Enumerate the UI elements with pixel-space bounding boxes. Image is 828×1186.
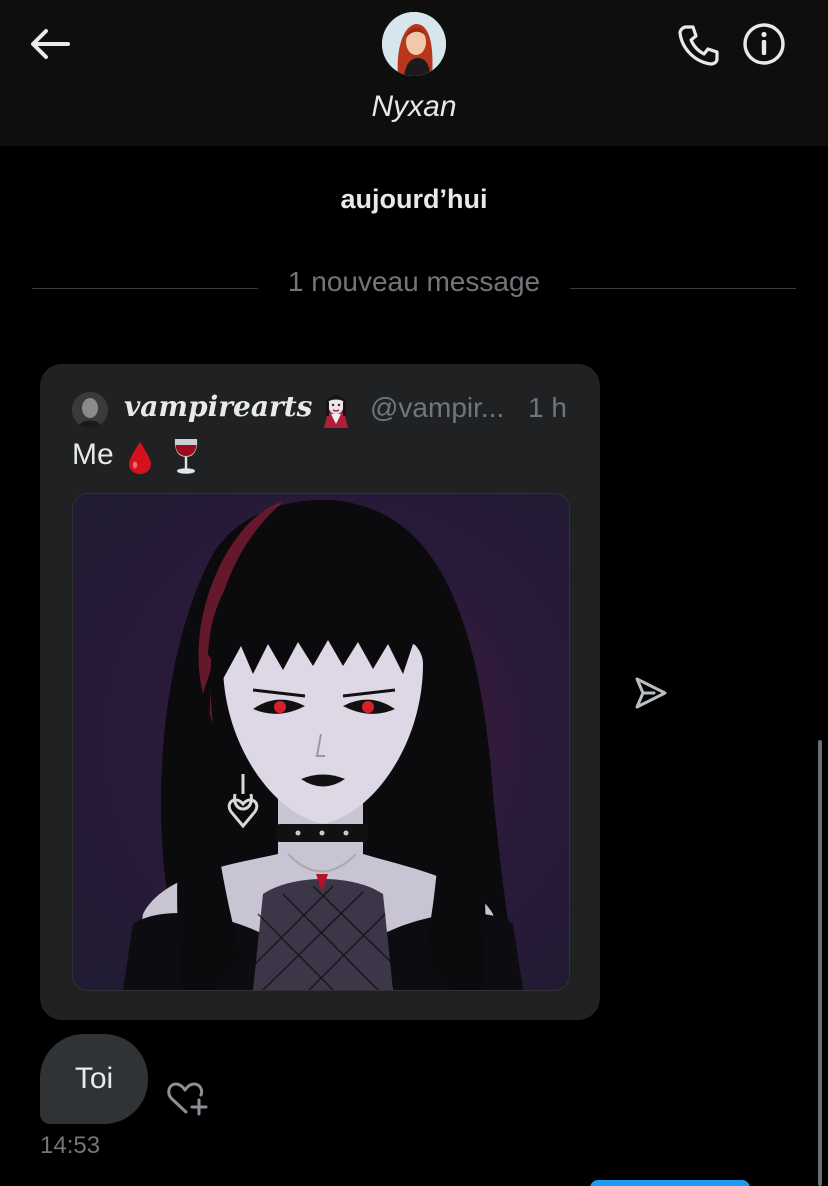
contact-avatar[interactable]: [382, 12, 446, 76]
add-reaction-icon: [167, 1082, 208, 1116]
phone-icon: [678, 25, 719, 66]
vampire-emoji-icon: [318, 390, 354, 428]
call-button[interactable]: [676, 22, 722, 68]
tweet-timestamp: 1 h: [528, 392, 567, 423]
send-icon: [635, 677, 667, 709]
date-separator: aujourd’hui: [340, 184, 488, 214]
message-timestamp: 14:53: [40, 1132, 101, 1159]
contact-name[interactable]: Nyxan: [0, 90, 828, 124]
info-button[interactable]: [740, 20, 788, 68]
info-icon: [743, 23, 785, 65]
wine-glass-emoji-icon: [170, 436, 202, 476]
dm-conversation-screen: Nyxan aujourd’hui 1 nouveau message vamp…: [0, 0, 828, 1186]
arrow-left-icon: [31, 29, 70, 59]
add-reaction-button[interactable]: [164, 1078, 212, 1118]
tweet-author-handle: @vampir...: [370, 392, 505, 423]
conversation-header: Nyxan: [0, 0, 828, 146]
message-text: Toi: [74, 1062, 114, 1095]
new-message-divider: 1 nouveau message: [32, 266, 796, 306]
tweet-text: Me: [72, 438, 114, 471]
share-tweet-button[interactable]: [632, 674, 670, 712]
shared-tweet-card[interactable]: vampirearts @vampir... 1 h Me: [40, 364, 600, 1020]
tweet-media-image[interactable]: [72, 493, 570, 991]
divider-line: [32, 288, 258, 289]
back-button[interactable]: [28, 24, 72, 64]
tweet-author-name[interactable]: vampirearts: [124, 390, 312, 423]
divider-line: [570, 288, 796, 289]
tweet-author-avatar[interactable]: [72, 392, 108, 428]
new-message-label: 1 nouveau message: [287, 266, 541, 297]
drop-of-blood-emoji-icon: [126, 440, 154, 476]
new-messages-pill[interactable]: [590, 1180, 750, 1186]
received-message-bubble[interactable]: Toi: [40, 1034, 148, 1124]
scrollbar[interactable]: [818, 740, 822, 1186]
